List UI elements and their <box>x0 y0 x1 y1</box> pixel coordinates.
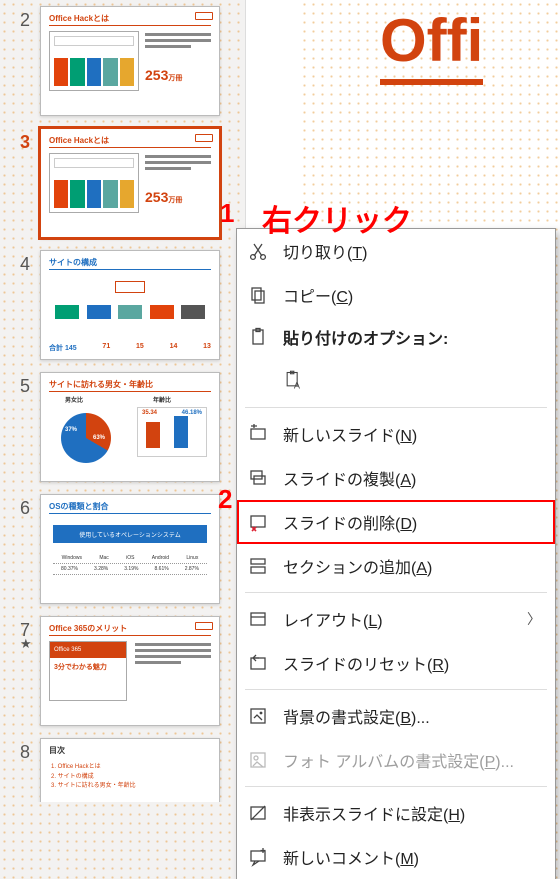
slide-number: 8 <box>8 738 40 763</box>
ctx-add-section[interactable]: セクションの追加(A) <box>237 544 555 588</box>
thumb-title: OSの種類と割合 <box>49 501 109 512</box>
ctx-separator <box>245 407 547 408</box>
ctx-label: セクションの追加(A) <box>283 554 541 578</box>
slide-thumbnail[interactable]: Office Hackとは 253万冊 <box>40 6 220 116</box>
ctx-hide-slide[interactable]: 非表示スライドに設定(H) <box>237 791 555 835</box>
thumb-title: Office 365のメリット <box>49 623 127 634</box>
thumb-title: Office Hackとは <box>49 135 109 146</box>
annotation-right-click-label: 右クリック <box>262 196 412 240</box>
slide-thumb-row[interactable]: 5 サイトに訪れる男女・年齢比 男女比 年齢比 37% 63% 35.34 46… <box>0 366 245 488</box>
thumb-title: サイトに訪れる男女・年齢比 <box>49 379 153 390</box>
slide-thumb-row[interactable]: 7 ★ Office 365のメリット Office 365 3分でわかる魅力 <box>0 610 245 732</box>
slide-thumb-row[interactable]: 8 目次 1. Office Hackとは 2. サイトの構成 3. サイトに訪… <box>0 732 245 802</box>
slide-number: 2 <box>8 6 40 31</box>
thumb-badge <box>195 12 213 20</box>
slide-thumbnail[interactable]: OSの種類と割合 使用しているオペレーションシステム WindowsMaciOS… <box>40 494 220 604</box>
annotation-step-2: 2 <box>218 484 232 515</box>
ctx-separator <box>245 689 547 690</box>
ctx-new-comment[interactable]: 新しいコメント(M) <box>237 835 555 879</box>
slide-thumb-row-selected[interactable]: 3 Office Hackとは 253万冊 <box>0 122 245 244</box>
ctx-copy[interactable]: コピー(C) <box>237 273 555 317</box>
submenu-arrow-icon: 〉 <box>527 609 541 629</box>
ctx-label: スライドの削除(D) <box>283 510 541 534</box>
animation-star-icon: ★ <box>20 636 32 652</box>
slide-thumbnail[interactable]: Office 365のメリット Office 365 3分でわかる魅力 <box>40 616 220 726</box>
thumb-badge <box>195 134 213 142</box>
ctx-label: 背景の書式設定(B)... <box>283 704 541 728</box>
format-background-icon <box>247 705 269 727</box>
slide-thumbnail[interactable]: サイトの構成 合計 145 71 15 14 13 <box>40 250 220 360</box>
ctx-duplicate-slide[interactable]: スライドの複製(A) <box>237 456 555 500</box>
add-section-icon <box>247 555 269 577</box>
ctx-paste-options-header: 貼り付けのオプション: <box>237 317 555 357</box>
svg-text:A: A <box>294 380 301 390</box>
slide-thumbnail[interactable]: 目次 1. Office Hackとは 2. サイトの構成 3. サイトに訪れる… <box>40 738 220 802</box>
annotation-step-1: 1 <box>220 198 234 229</box>
ctx-paste-option-keep-source[interactable]: A <box>237 357 555 403</box>
ctx-label: 切り取り(T) <box>283 239 541 263</box>
slide-thumbnail[interactable]: Office Hackとは 253万冊 <box>40 128 220 238</box>
clipboard-icon <box>247 326 269 348</box>
ctx-label: フォト アルバムの書式設定(P)... <box>283 748 541 772</box>
slide-thumb-row[interactable]: 6 OSの種類と割合 使用しているオペレーションシステム WindowsMaci… <box>0 488 245 610</box>
ctx-label: 非表示スライドに設定(H) <box>283 801 541 825</box>
slide-thumb-row[interactable]: 4 サイトの構成 合計 145 71 15 14 13 <box>0 244 245 366</box>
copy-icon <box>247 284 269 306</box>
ctx-separator <box>245 592 547 593</box>
slide-number: 4 <box>8 250 40 275</box>
new-slide-icon <box>247 423 269 445</box>
delete-slide-icon <box>247 511 269 533</box>
slide-number: 3 <box>8 128 40 153</box>
ctx-photo-album: フォト アルバムの書式設定(P)... <box>237 738 555 782</box>
ctx-label: スライドのリセット(R) <box>283 651 541 675</box>
slide-number: 6 <box>8 494 40 519</box>
ctx-layout[interactable]: レイアウト(L) 〉 <box>237 597 555 641</box>
context-menu: 切り取り(T) コピー(C) 貼り付けのオプション: A 新しいスライド(N) … <box>236 228 556 879</box>
ctx-label: コピー(C) <box>283 283 541 307</box>
ctx-separator <box>245 786 547 787</box>
new-comment-icon <box>247 846 269 868</box>
hide-slide-icon <box>247 802 269 824</box>
ctx-label: スライドの複製(A) <box>283 466 541 490</box>
slide-thumbnail-pane[interactable]: 2 Office Hackとは 253万冊 3 Office Hackとは 25… <box>0 0 246 879</box>
ctx-new-slide[interactable]: 新しいスライド(N) <box>237 412 555 456</box>
ctx-label: 新しいスライド(N) <box>283 422 541 446</box>
thumb-title: 目次 <box>49 745 65 756</box>
ctx-label: 新しいコメント(M) <box>283 845 541 869</box>
thumb-title: Office Hackとは <box>49 13 109 24</box>
ctx-format-background[interactable]: 背景の書式設定(B)... <box>237 694 555 738</box>
ctx-label: レイアウト(L) <box>283 607 513 631</box>
paste-keep-source-icon: A <box>283 370 303 390</box>
slide-thumb-row[interactable]: 2 Office Hackとは 253万冊 <box>0 0 245 122</box>
thumb-title: サイトの構成 <box>49 257 97 268</box>
canvas-title-fragment: Offi <box>380 6 483 85</box>
duplicate-icon <box>247 467 269 489</box>
photo-album-icon <box>247 749 269 771</box>
reset-icon <box>247 652 269 674</box>
slide-number: 5 <box>8 372 40 397</box>
ctx-delete-slide[interactable]: スライドの削除(D) <box>237 500 555 544</box>
layout-icon <box>247 608 269 630</box>
ctx-label: 貼り付けのオプション: <box>283 325 541 349</box>
slide-thumbnail[interactable]: サイトに訪れる男女・年齢比 男女比 年齢比 37% 63% 35.34 46.1… <box>40 372 220 482</box>
ctx-reset-slide[interactable]: スライドのリセット(R) <box>237 641 555 685</box>
cut-icon <box>247 240 269 262</box>
